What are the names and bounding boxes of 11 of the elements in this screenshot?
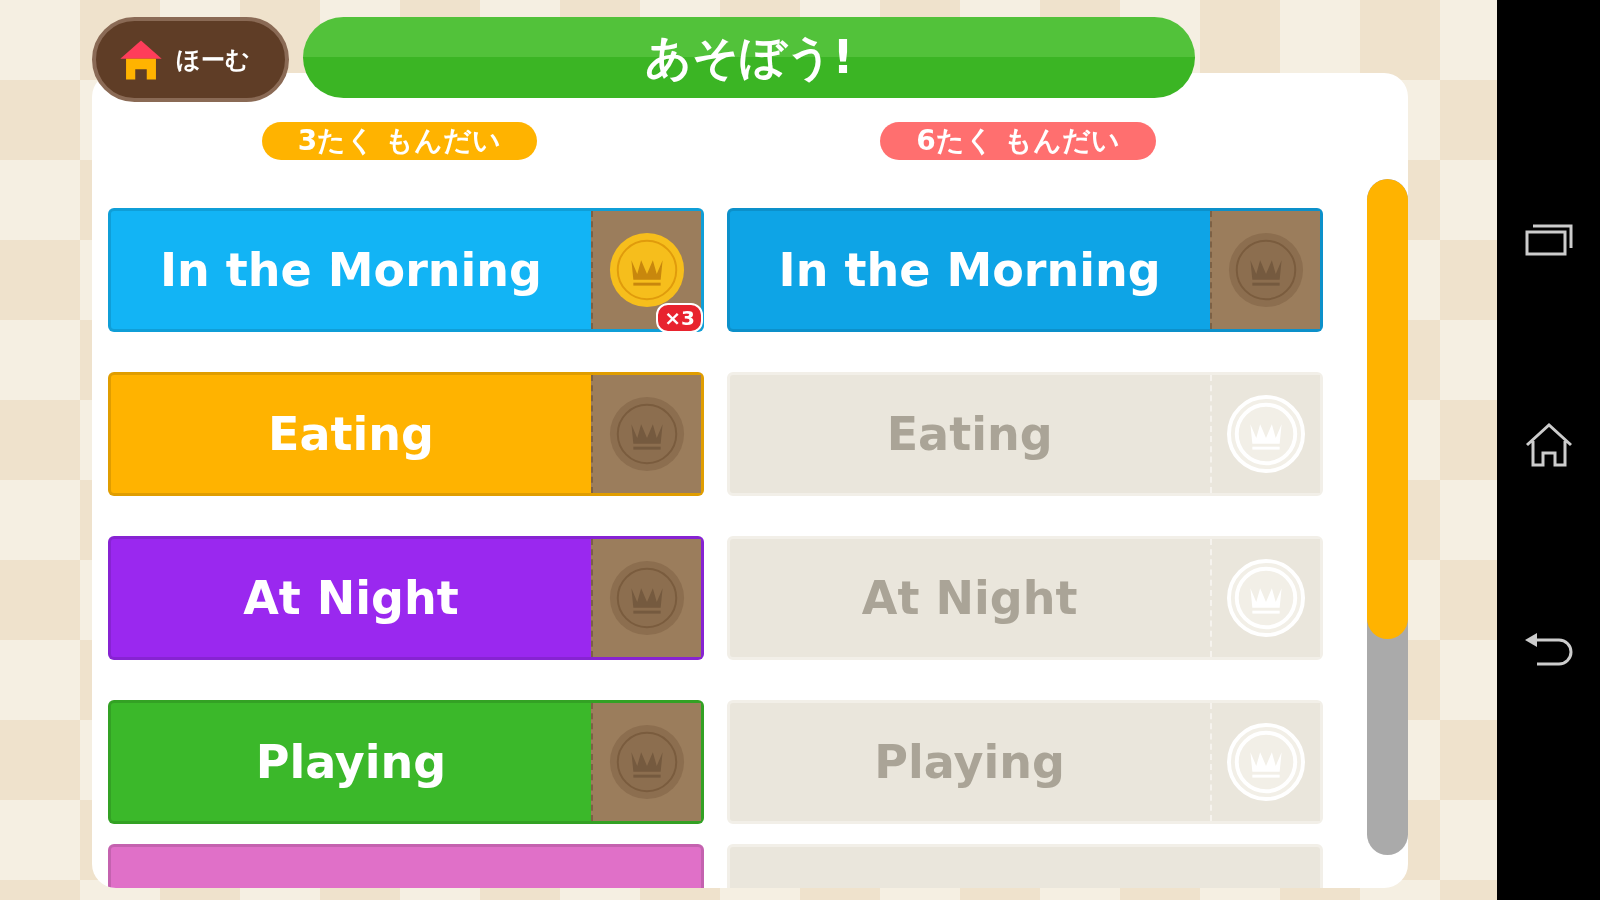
lesson-button[interactable]: In the Morning ×3 bbox=[108, 208, 704, 332]
column-heading: 3たく もんだい bbox=[261, 122, 537, 160]
lesson-button[interactable]: In the Morning bbox=[726, 208, 1323, 332]
home-button[interactable]: ほーむ bbox=[92, 17, 289, 102]
lesson-button[interactable]: At Night bbox=[108, 536, 704, 660]
lesson-button[interactable]: Playing bbox=[108, 700, 704, 824]
column-heading: 6たく もんだい bbox=[880, 122, 1156, 160]
screen-title: あそぼう! bbox=[303, 17, 1195, 98]
lesson-button[interactable]: Eating bbox=[108, 372, 704, 496]
count-badge: ×3 bbox=[656, 303, 703, 333]
scrollbar-thumb[interactable] bbox=[1367, 179, 1408, 639]
